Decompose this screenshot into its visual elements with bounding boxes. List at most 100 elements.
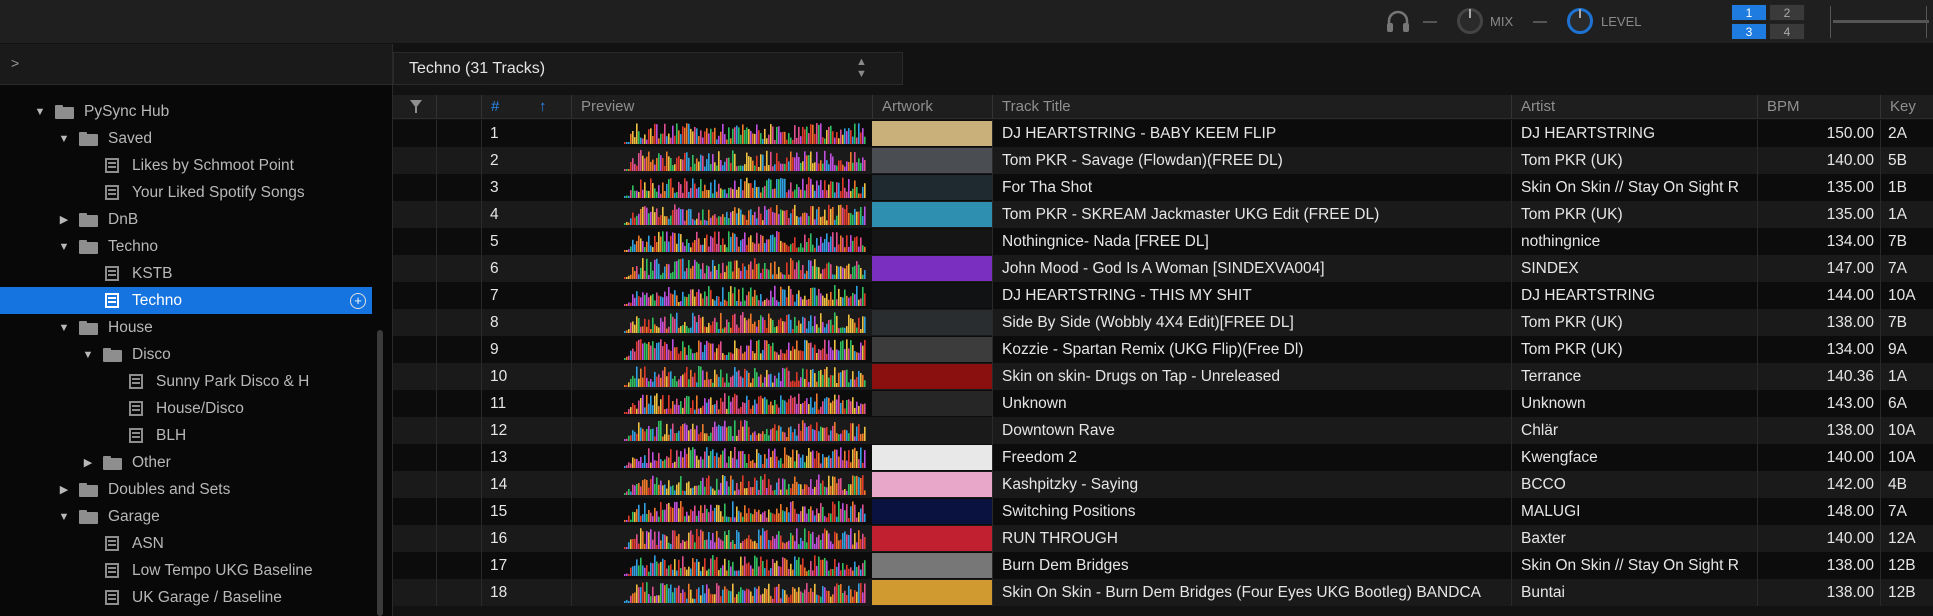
table-row[interactable]: 5 Nothingnice- Nada [FREE DL] nothingnice 1… xyxy=(393,228,1933,255)
track-bpm: 147.00 xyxy=(1757,255,1880,282)
preview-waveform[interactable] xyxy=(571,417,872,444)
sidebar-item[interactable]: ▼ PySync Hub xyxy=(0,98,372,125)
sidebar-item[interactable]: ▼ Techno xyxy=(0,233,372,260)
column-header-bpm[interactable]: BPM xyxy=(1757,95,1880,119)
sidebar-item[interactable]: ▶ Other xyxy=(0,449,372,476)
sidebar-item[interactable]: ▼ Garage xyxy=(0,503,372,530)
collapsed-arrow-icon[interactable]: ▶ xyxy=(57,213,71,226)
sidebar-item[interactable]: House/Disco xyxy=(0,395,372,422)
collapsed-arrow-icon[interactable]: ▶ xyxy=(81,456,95,469)
sidebar-item[interactable]: KSTB xyxy=(0,260,372,287)
deck-1-button[interactable]: 1 xyxy=(1731,4,1767,21)
expanded-arrow-icon[interactable]: ▼ xyxy=(57,241,71,253)
expanded-arrow-icon[interactable]: ▼ xyxy=(81,349,95,361)
mix-knob[interactable] xyxy=(1457,8,1483,34)
preview-waveform[interactable] xyxy=(571,228,872,255)
waveform-icon xyxy=(624,528,866,549)
table-row[interactable]: 17 Burn Dem Bridges Skin On Skin // Stay O… xyxy=(393,552,1933,579)
blank-cell xyxy=(436,417,481,444)
folder-icon xyxy=(79,239,98,254)
table-row[interactable]: 10 Skin on skin- Drugs on Tap - Unrelease… xyxy=(393,363,1933,390)
sidebar-item[interactable]: Techno + xyxy=(0,287,372,314)
tracklist-header[interactable]: Techno (31 Tracks) ▲ ▼ xyxy=(393,52,903,85)
preview-waveform[interactable] xyxy=(571,282,872,309)
preview-waveform[interactable] xyxy=(571,201,872,228)
preview-waveform[interactable] xyxy=(571,525,872,552)
sidebar-item[interactable]: Low Tempo UKG Baseline xyxy=(0,557,372,584)
level-knob[interactable] xyxy=(1567,8,1593,34)
sidebar-item[interactable]: ASN xyxy=(0,530,372,557)
column-header-title[interactable]: Track Title xyxy=(992,95,1511,119)
sidebar-item[interactable]: Sunny Park Disco & H xyxy=(0,368,372,395)
blank-cell xyxy=(393,120,436,147)
expanded-arrow-icon[interactable]: ▼ xyxy=(57,511,71,523)
headphones-icon[interactable] xyxy=(1385,8,1411,34)
preview-waveform[interactable] xyxy=(571,363,872,390)
preview-waveform[interactable] xyxy=(571,471,872,498)
filter-column[interactable] xyxy=(393,95,436,119)
column-header-key[interactable]: Key xyxy=(1880,95,1933,119)
table-row[interactable]: 3 For Tha Shot Skin On Skin // Stay On Sig… xyxy=(393,174,1933,201)
preview-waveform[interactable] xyxy=(571,444,872,471)
expanded-arrow-icon[interactable]: ▼ xyxy=(57,133,71,145)
table-row[interactable]: 7 DJ HEARTSTRING - THIS MY SHIT DJ HEARTST… xyxy=(393,282,1933,309)
table-row[interactable]: 16 RUN THROUGH Baxter 140.00 12A xyxy=(393,525,1933,552)
expanded-arrow-icon[interactable]: ▼ xyxy=(57,322,71,334)
table-row[interactable]: 9 Kozzie - Spartan Remix (UKG Flip)(Free … xyxy=(393,336,1933,363)
sidebar-item[interactable]: BLH xyxy=(0,422,372,449)
blank-cell xyxy=(436,363,481,390)
preview-waveform[interactable] xyxy=(571,174,872,201)
deck-4-button[interactable]: 4 xyxy=(1769,23,1805,40)
deck-3-button[interactable]: 3 xyxy=(1731,23,1767,40)
sort-toggle-icon[interactable]: ▲ ▼ xyxy=(856,56,867,80)
sidebar-item[interactable]: Your Liked Spotify Songs xyxy=(0,179,372,206)
sidebar-item[interactable]: UK Garage / Baseline xyxy=(0,584,372,611)
sidebar-header[interactable]: > xyxy=(0,44,392,85)
preview-waveform[interactable] xyxy=(571,498,872,525)
preview-waveform[interactable] xyxy=(571,336,872,363)
column-label: # xyxy=(491,98,500,115)
table-row[interactable]: 15 Switching Positions MALUGI 148.00 7A xyxy=(393,498,1933,525)
preview-waveform[interactable] xyxy=(571,390,872,417)
expanded-arrow-icon[interactable]: ▼ xyxy=(33,106,47,118)
column-header-artwork[interactable]: Artwork xyxy=(872,95,992,119)
column-header-artist[interactable]: Artist xyxy=(1511,95,1757,119)
table-row[interactable]: 6 John Mood - God Is A Woman [SINDEXVA004… xyxy=(393,255,1933,282)
table-row[interactable]: 4 Tom PKR - SKREAM Jackmaster UKG Edit (F… xyxy=(393,201,1933,228)
collapsed-arrow-icon[interactable]: ▶ xyxy=(57,483,71,496)
preview-waveform[interactable] xyxy=(571,579,872,606)
deck-2-button[interactable]: 2 xyxy=(1769,4,1805,21)
column-header-preview[interactable]: Preview xyxy=(571,95,872,119)
preview-waveform[interactable] xyxy=(571,309,872,336)
table-row[interactable]: 13 Freedom 2 Kwengface 140.00 10A xyxy=(393,444,1933,471)
chevron-right-icon[interactable]: > xyxy=(11,55,19,71)
track-artist: Tom PKR (UK) xyxy=(1511,336,1757,363)
sidebar-scrollbar[interactable] xyxy=(377,330,383,616)
column-header-number[interactable]: # ↑ xyxy=(481,95,571,119)
table-row[interactable]: 18 Skin On Skin - Burn Dem Bridges (Four … xyxy=(393,579,1933,606)
sidebar-item[interactable]: ▼ House xyxy=(0,314,372,341)
preview-waveform[interactable] xyxy=(571,120,872,147)
table-row[interactable]: 11 Unknown Unknown 143.00 6A xyxy=(393,390,1933,417)
sidebar-item[interactable]: ▶ Doubles and Sets xyxy=(0,476,372,503)
sidebar-item[interactable]: Likes by Schmoot Point xyxy=(0,152,372,179)
crossfader[interactable] xyxy=(1833,20,1929,23)
sidebar-item[interactable]: ▼ Disco xyxy=(0,341,372,368)
artwork-thumbnail xyxy=(872,499,992,524)
preview-waveform[interactable] xyxy=(571,147,872,174)
playlist-icon xyxy=(105,293,119,308)
table-row[interactable]: 2 Tom PKR - Savage (Flowdan)(FREE DL) Tom … xyxy=(393,147,1933,174)
table-row[interactable]: 1 DJ HEARTSTRING - BABY KEEM FLIP DJ HEART… xyxy=(393,120,1933,147)
add-icon[interactable]: + xyxy=(350,293,366,309)
preview-waveform[interactable] xyxy=(571,552,872,579)
sidebar-item[interactable]: ▶ DnB xyxy=(0,206,372,233)
table-row[interactable]: 8 Side By Side (Wobbly 4X4 Edit)[FREE DL]… xyxy=(393,309,1933,336)
crossfader-tick xyxy=(1926,6,1927,38)
table-row[interactable]: 14 Kashpitzky - Saying BCCO 142.00 4B xyxy=(393,471,1933,498)
track-key: 10A xyxy=(1880,444,1933,471)
sidebar-item[interactable]: ▼ Saved xyxy=(0,125,372,152)
sort-ascending-icon: ↑ xyxy=(539,98,547,115)
table-row[interactable]: 12 Downtown Rave Chlär 138.00 10A xyxy=(393,417,1933,444)
filter-icon[interactable] xyxy=(410,100,422,113)
preview-waveform[interactable] xyxy=(571,255,872,282)
